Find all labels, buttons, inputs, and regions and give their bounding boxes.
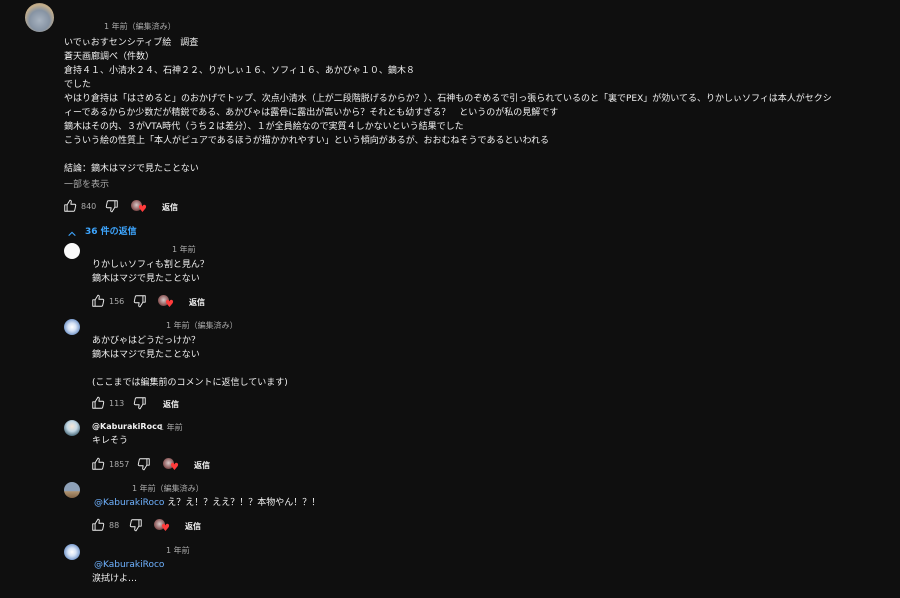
chevron-up-icon[interactable]: [67, 224, 77, 237]
thumbs-up-icon[interactable]: [91, 396, 105, 410]
like-count: 113: [109, 399, 125, 408]
thumbs-up-icon[interactable]: [91, 457, 105, 471]
comment-line: こういう絵の性質上「本人がピュアであるほうが描かかれやすい」という傾向があるが、…: [64, 136, 550, 146]
creator-heart-icon: ♥: [158, 295, 176, 311]
reply-avatar[interactable]: [64, 482, 80, 498]
reply-button[interactable]: 返信: [185, 521, 201, 532]
mention-link[interactable]: @KaburakiRoco: [94, 558, 164, 572]
thumbs-up-icon[interactable]: [63, 199, 77, 213]
thumbs-down-icon[interactable]: [137, 457, 151, 471]
reply-line: キレそう: [92, 436, 129, 446]
comment-body: いでぃおすセンシティブ絵 調査 蒼天画廊調べ（件数） 倉持４１、小清水２４、石神…: [64, 36, 832, 176]
comment-timestamp[interactable]: 1 年前（編集済み）: [104, 21, 176, 32]
reply-line: あかびゃはどうだっけか？: [92, 336, 201, 346]
reply-line: え？え！？ええ？！？本物やん！？！: [167, 498, 321, 508]
reply-button[interactable]: 返信: [189, 297, 205, 308]
comment-line: 蒼天画廊調べ（件数）: [64, 52, 155, 62]
thumbs-down-icon[interactable]: [133, 396, 147, 410]
comment-line: ィーであるからか少数だが精鋭である、あかびゃは露骨に露出が高いから？それとも幼す…: [64, 108, 559, 118]
show-less-link[interactable]: 一部を表示: [64, 177, 109, 190]
reply-author[interactable]: @KaburakiRoco: [92, 422, 162, 431]
thumbs-down-icon[interactable]: [105, 199, 119, 213]
creator-heart-icon: ♥: [154, 519, 172, 535]
comment-line: 結論：鏑木はマジで見たことない: [64, 164, 199, 174]
comment-line: でした: [64, 80, 92, 90]
comment-line-blank: [64, 148, 832, 162]
like-count: 840: [81, 202, 97, 211]
like-count: 1857: [109, 460, 130, 469]
comment-line: いでぃおすセンシティブ絵 調査: [64, 38, 199, 48]
replies-toggle-button[interactable]: 36 件の返信: [85, 224, 137, 237]
reply-timestamp[interactable]: 1 年前: [172, 244, 196, 255]
thumbs-down-icon[interactable]: [129, 518, 143, 532]
reply-line: 鏑木はマジで見たことない: [92, 274, 200, 284]
comment-line: 鏑木はその内、３がVTA時代（うち２は差分）、１が全員絵なので実質４しかないとい…: [64, 122, 464, 132]
mention-link[interactable]: @KaburakiRoco: [94, 498, 164, 508]
comment-line: やはり倉持は「はさめると」のおかげでトップ、次点小清水（上が二段階脱げるからか？…: [64, 94, 832, 104]
reply-timestamp[interactable]: 1 年前: [159, 422, 183, 433]
comment-line: 倉持４１、小清水２４、石神２２、りかしぃ１６、ソフィ１６、あかびゃ１０、鏑木８: [64, 66, 415, 76]
reply-avatar[interactable]: [64, 319, 80, 335]
reply-line: りかしぃソフィも割と見ん？: [92, 260, 209, 270]
reply-avatar[interactable]: [64, 420, 80, 436]
reply-timestamp[interactable]: 1 年前: [166, 545, 190, 556]
reply-text: @KaburakiRoco え？え！？ええ？！？本物やん！？！: [94, 496, 320, 510]
edited-notice: (ここまでは編集前のコメントに返信しています): [92, 378, 288, 388]
thumbs-up-icon[interactable]: [91, 294, 105, 308]
reply-timestamp[interactable]: 1 年前（編集済み）: [132, 483, 204, 494]
reply-button[interactable]: 返信: [162, 202, 178, 213]
reply-timestamp[interactable]: 1 年前（編集済み）: [166, 320, 238, 331]
thumbs-up-icon[interactable]: [91, 518, 105, 532]
reply-avatar[interactable]: [64, 544, 80, 560]
reply-avatar[interactable]: [64, 243, 80, 259]
commenter-avatar[interactable]: [25, 3, 54, 32]
reply-button[interactable]: 返信: [194, 460, 210, 471]
reply-button[interactable]: 返信: [163, 399, 179, 410]
like-count: 156: [109, 297, 125, 306]
reply-line: 鏑木はマジで見たことない: [92, 350, 200, 360]
creator-heart-icon: ♥: [163, 458, 181, 474]
reply-line: 涙拭けよ…: [92, 574, 138, 584]
like-count: 88: [109, 521, 120, 530]
thumbs-down-icon[interactable]: [133, 294, 147, 308]
creator-heart-icon: ♥: [131, 200, 149, 216]
